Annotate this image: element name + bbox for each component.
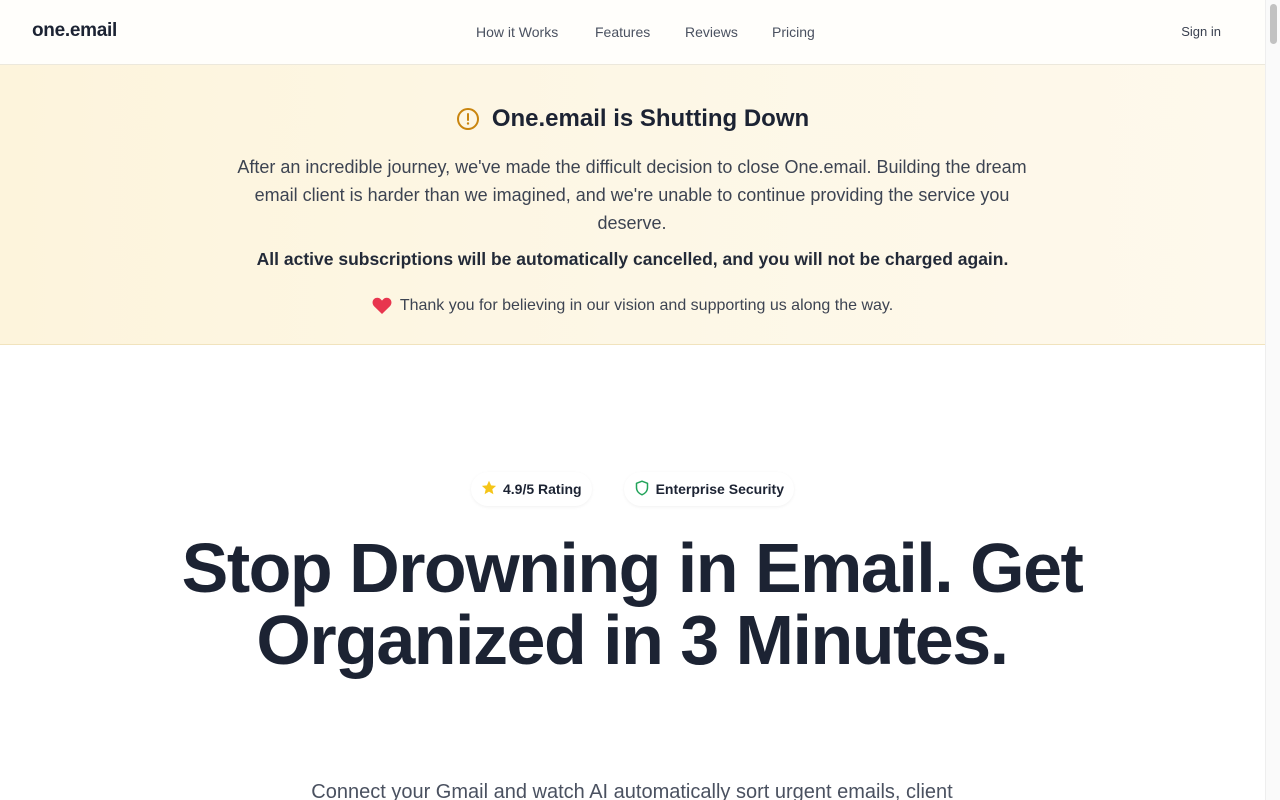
banner-title-row: One.email is Shutting Down [0, 105, 1265, 133]
banner-subscription-notice: All active subscriptions will be automat… [256, 249, 1009, 269]
rating-badge: 4.9/5 Rating [471, 472, 592, 506]
hero-badges: 4.9/5 Rating Enterprise Security [0, 472, 1265, 506]
main-nav: How it Works Features Reviews Pricing [0, 24, 1265, 42]
thanks-text: Thank you for believing in our vision an… [399, 297, 894, 314]
hero-subtitle: Connect your Gmail and watch AI automati… [311, 781, 953, 800]
nav-pricing[interactable]: Pricing [772, 24, 815, 40]
shield-icon [634, 479, 650, 499]
security-label: Enterprise Security [655, 481, 784, 497]
shutdown-banner: One.email is Shutting Down After an incr… [0, 65, 1265, 345]
nav-features[interactable]: Features [595, 24, 650, 40]
star-icon [481, 480, 497, 499]
heart-icon [372, 297, 392, 315]
page-scrollbar[interactable] [1265, 0, 1280, 800]
site-header: one.email How it Works Features Reviews … [0, 0, 1265, 65]
scrollbar-thumb[interactable] [1270, 4, 1277, 44]
banner-body: After an incredible journey, we've made … [237, 157, 1027, 233]
banner-title: One.email is Shutting Down [491, 105, 810, 132]
nav-reviews[interactable]: Reviews [685, 24, 738, 40]
security-badge: Enterprise Security [623, 472, 794, 506]
sign-in-link[interactable]: Sign in [1181, 24, 1221, 39]
rating-label: 4.9/5 Rating [503, 481, 582, 497]
banner-thanks: Thank you for believing in our vision an… [0, 297, 1265, 315]
hero-title: Stop Drowning in Email. Get Organized in… [181, 529, 1084, 679]
nav-how-it-works[interactable]: How it Works [476, 24, 558, 40]
alert-circle-icon [456, 107, 480, 131]
landing-page: one.email How it Works Features Reviews … [0, 0, 1265, 800]
